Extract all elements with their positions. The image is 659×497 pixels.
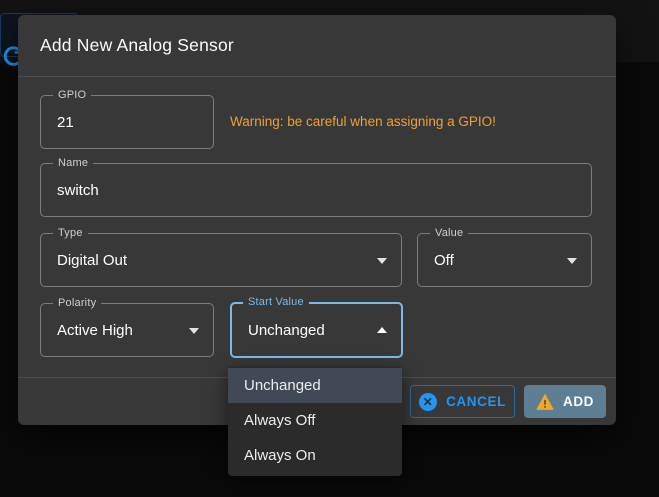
chevron-down-icon [377, 258, 387, 264]
add-button-label: ADD [563, 394, 594, 409]
chevron-down-icon [567, 258, 577, 264]
start-value-select-value: Unchanged [248, 322, 325, 339]
dropdown-option-always-on[interactable]: Always On [228, 438, 402, 473]
cancel-button-label: CANCEL [446, 394, 506, 409]
name-field-value: switch [57, 182, 99, 199]
value-select[interactable]: Value Off [417, 233, 592, 287]
name-field[interactable]: Name switch [40, 163, 592, 217]
add-button[interactable]: ADD [524, 385, 606, 418]
value-select-value: Off [434, 252, 454, 269]
value-select-label: Value [430, 227, 468, 240]
chevron-up-icon [377, 327, 387, 333]
warning-triangle-icon [536, 394, 554, 410]
dialog-title: Add New Analog Sensor [18, 15, 616, 77]
name-field-label: Name [53, 157, 93, 170]
polarity-select-label: Polarity [53, 297, 101, 310]
start-value-select[interactable]: Start Value Unchanged [230, 302, 403, 358]
dropdown-option-always-off[interactable]: Always Off [228, 403, 402, 438]
start-value-dropdown-menu: Unchanged Always Off Always On [228, 366, 402, 476]
type-select-value: Digital Out [57, 252, 127, 269]
polarity-select[interactable]: Polarity Active High [40, 303, 214, 357]
chevron-down-icon [189, 328, 199, 334]
gpio-warning-text: Warning: be careful when assigning a GPI… [230, 114, 496, 129]
cancel-button[interactable]: ✕ CANCEL [410, 385, 515, 418]
start-value-select-label: Start Value [243, 296, 309, 309]
dropdown-option-unchanged[interactable]: Unchanged [228, 368, 402, 403]
gpio-field-label: GPIO [53, 89, 91, 102]
gpio-field-value: 21 [57, 114, 74, 131]
gpio-field[interactable]: GPIO 21 [40, 95, 214, 149]
type-select-label: Type [53, 227, 88, 240]
cancel-circle-x-icon: ✕ [419, 393, 437, 411]
type-select[interactable]: Type Digital Out [40, 233, 402, 287]
polarity-select-value: Active High [57, 322, 133, 339]
add-sensor-dialog: Add New Analog Sensor GPIO 21 Warning: b… [18, 15, 616, 425]
